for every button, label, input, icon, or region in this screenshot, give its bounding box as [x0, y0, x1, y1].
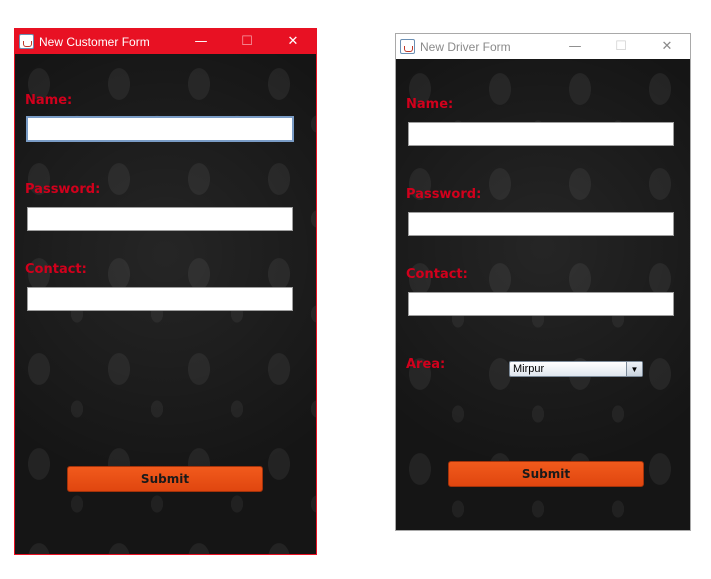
area-label: Area:	[406, 357, 446, 372]
password-label: Password:	[25, 182, 101, 197]
area-dropdown[interactable]: Mirpur ▼	[509, 361, 643, 377]
customer-title-bar[interactable]: New Customer Form — ☐ ✕	[15, 29, 316, 54]
close-button[interactable]: ✕	[644, 34, 690, 59]
area-selected-value: Mirpur	[513, 363, 545, 375]
java-cup-icon	[19, 34, 34, 49]
minimize-button[interactable]: —	[552, 34, 598, 59]
minimize-button[interactable]: —	[178, 29, 224, 54]
submit-button[interactable]: Submit	[448, 461, 644, 487]
name-label: Name:	[25, 93, 73, 108]
contact-field[interactable]	[27, 287, 293, 311]
driver-title-bar[interactable]: New Driver Form — ☐ ✕	[396, 34, 690, 59]
contact-field[interactable]	[408, 292, 674, 316]
password-label: Password:	[406, 187, 482, 202]
driver-form-window: New Driver Form — ☐ ✕ Name: Password: Co…	[395, 33, 691, 531]
contact-label: Contact:	[25, 262, 87, 277]
close-button[interactable]: ✕	[270, 29, 316, 54]
name-field[interactable]	[26, 116, 294, 142]
contact-label: Contact:	[406, 267, 468, 282]
password-field[interactable]	[27, 207, 293, 231]
submit-button[interactable]: Submit	[67, 466, 263, 492]
java-cup-icon	[400, 39, 415, 54]
customer-form-body: Name: Password: Contact: Submit	[15, 54, 316, 554]
customer-form-window: New Customer Form — ☐ ✕ Name: Password: …	[14, 28, 317, 555]
chevron-down-icon[interactable]: ▼	[626, 362, 642, 376]
driver-window-title: New Driver Form	[420, 39, 511, 54]
maximize-button[interactable]: ☐	[598, 34, 644, 59]
maximize-button[interactable]: ☐	[224, 29, 270, 54]
password-field[interactable]	[408, 212, 674, 236]
name-field[interactable]	[408, 122, 674, 146]
name-label: Name:	[406, 97, 454, 112]
driver-form-body: Name: Password: Contact: Area: Mirpur ▼ …	[396, 59, 690, 530]
customer-window-title: New Customer Form	[39, 34, 150, 49]
